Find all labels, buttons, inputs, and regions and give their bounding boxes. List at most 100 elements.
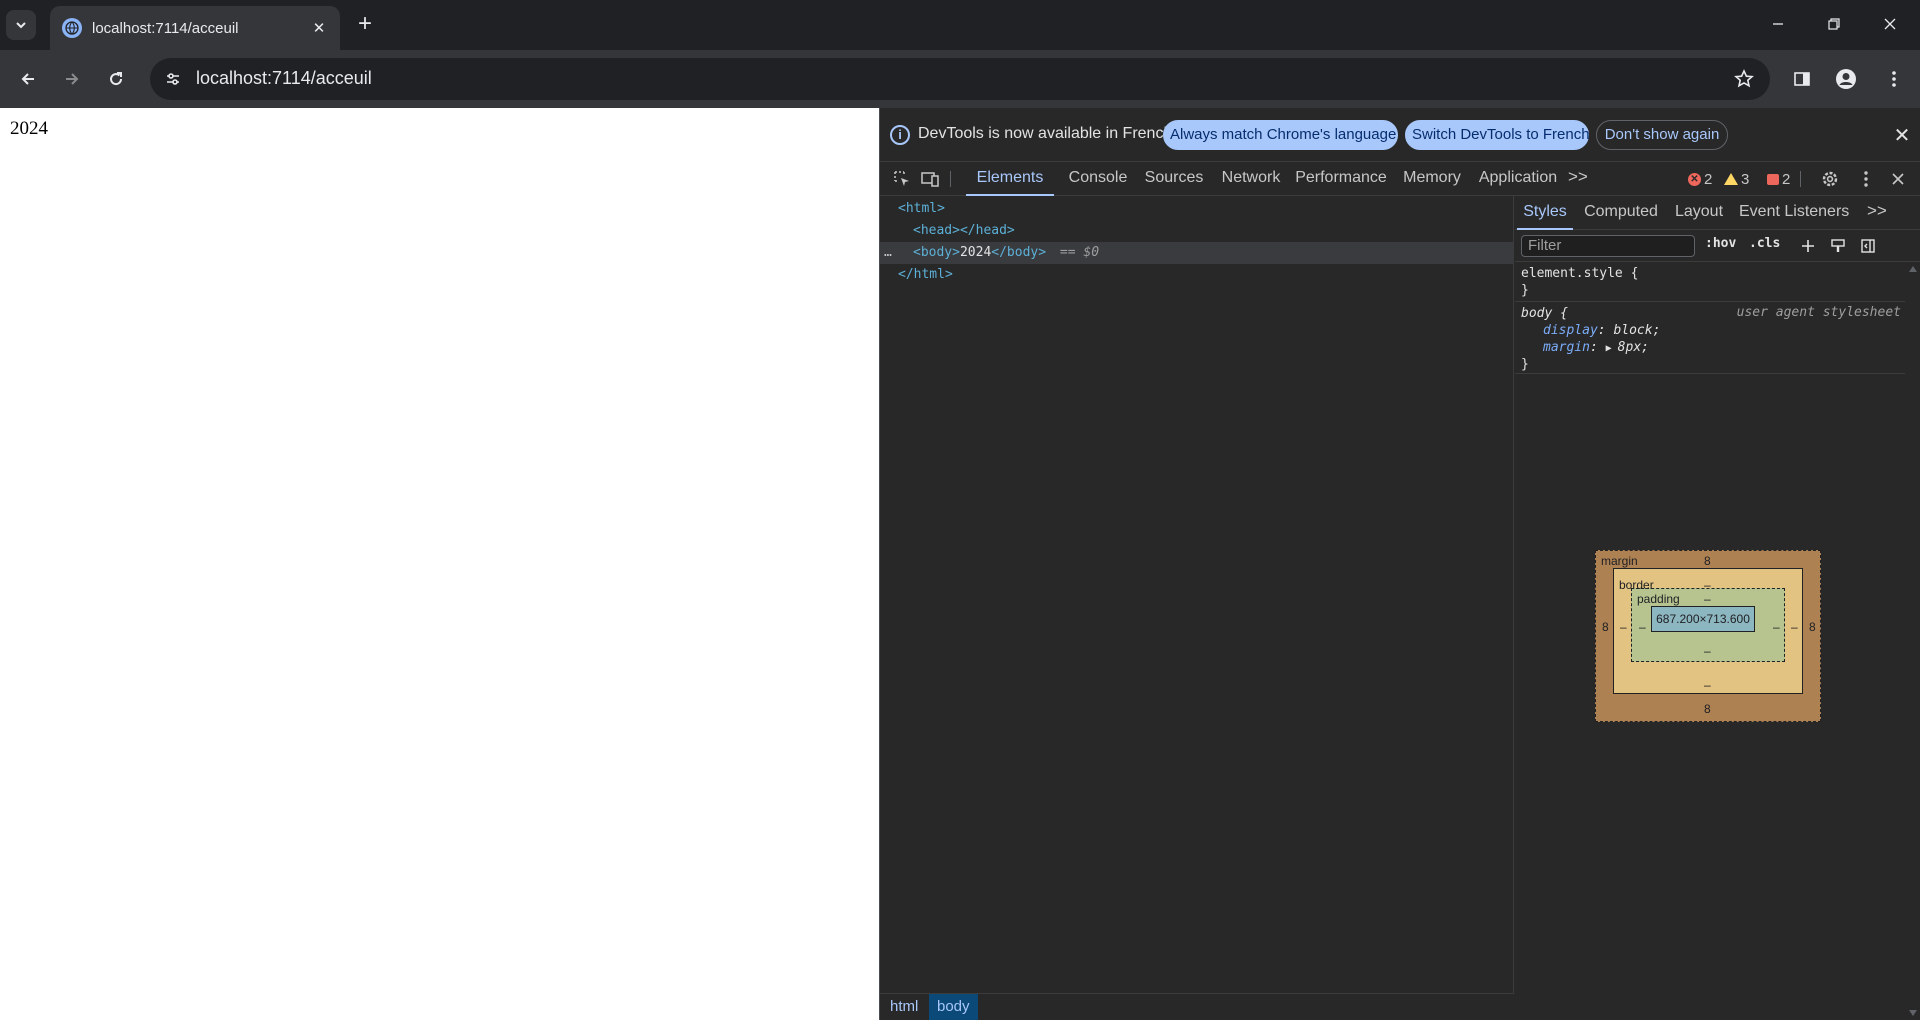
margin-label: margin [1601, 554, 1638, 568]
inspect-element-icon[interactable] [890, 167, 914, 191]
devtools-menu-icon[interactable] [1854, 167, 1878, 191]
close-devtools-icon[interactable] [1886, 167, 1910, 191]
more-style-tabs-button[interactable]: >> [1867, 201, 1887, 221]
switch-to-french-button[interactable]: Switch DevTools to French [1405, 120, 1590, 150]
toggle-sidebar-icon[interactable] [1857, 235, 1879, 257]
side-panel-button[interactable] [1786, 63, 1818, 95]
scroll-up-icon[interactable] [1909, 266, 1917, 272]
expand-triangle-icon[interactable]: ▶ [1606, 343, 1618, 354]
margin-bottom-value[interactable]: 8 [1704, 702, 1711, 716]
restore-icon [1828, 18, 1840, 30]
border-left-value[interactable]: – [1620, 620, 1627, 634]
tab-layout[interactable]: Layout [1671, 196, 1727, 230]
issues-icon [1767, 173, 1779, 185]
browser-menu-button[interactable] [1878, 63, 1910, 95]
bookmark-star-icon[interactable] [1730, 65, 1758, 93]
browser-window: localhost:7114/acceuil ✕ + localhost:711… [0, 0, 1920, 1020]
reload-button[interactable] [100, 63, 132, 95]
hover-state-toggle[interactable]: :hov [1705, 236, 1736, 251]
browser-tab[interactable]: localhost:7114/acceuil ✕ [50, 6, 340, 50]
dom-node-head[interactable]: <head></head> [880, 220, 1514, 242]
error-count: 2 [1704, 170, 1713, 188]
warning-count-badge[interactable]: 3 [1724, 170, 1749, 188]
close-window-button[interactable] [1862, 0, 1918, 48]
warning-count: 3 [1741, 170, 1750, 188]
new-style-rule-icon[interactable] [1797, 235, 1819, 257]
new-tab-button[interactable]: + [350, 12, 380, 38]
tab-styles[interactable]: Styles [1517, 196, 1573, 230]
styles-filter-input[interactable]: Filter [1521, 235, 1695, 257]
tab-computed[interactable]: Computed [1583, 196, 1659, 230]
tab-sources[interactable]: Sources [1142, 162, 1206, 196]
display-declaration[interactable]: display: block; [1543, 322, 1660, 340]
arrow-left-icon [21, 73, 34, 85]
error-count-badge[interactable]: ✕ 2 [1688, 170, 1712, 188]
border-bottom-value[interactable]: – [1704, 678, 1711, 692]
settings-gear-icon[interactable] [1818, 167, 1842, 191]
site-settings-icon[interactable] [158, 64, 188, 94]
node-actions-dots[interactable]: … [884, 242, 892, 264]
dom-node-html-close[interactable]: </html> [880, 264, 1514, 286]
padding-top-value[interactable]: – [1704, 592, 1711, 606]
device-toolbar-icon[interactable] [918, 167, 942, 191]
body-selector[interactable]: body { [1521, 305, 1568, 323]
tab-memory[interactable]: Memory [1400, 162, 1464, 196]
side-panel-icon [1794, 72, 1810, 86]
issues-count-badge[interactable]: 2 [1767, 170, 1790, 188]
always-match-language-button[interactable]: Always match Chrome's language [1163, 120, 1398, 150]
tab-elements[interactable]: Elements [966, 162, 1054, 196]
element-style-close: } [1521, 283, 1529, 298]
forward-button[interactable] [56, 63, 88, 95]
close-infobar-icon[interactable]: ✕ [1889, 122, 1915, 148]
address-bar[interactable]: localhost:7114/acceuil [150, 58, 1770, 100]
globe-icon [62, 18, 82, 38]
url-text[interactable]: localhost:7114/acceuil [196, 68, 372, 89]
class-toggle[interactable]: .cls [1749, 236, 1780, 251]
tab-event-listeners[interactable]: Event Listeners [1739, 196, 1849, 230]
tab-console[interactable]: Console [1065, 162, 1131, 196]
tab-strip: localhost:7114/acceuil ✕ + [0, 0, 1920, 50]
toolbar-divider [1800, 171, 1801, 187]
margin-prop: margin [1543, 340, 1590, 355]
breadcrumb-html[interactable]: html [882, 994, 926, 1020]
tab-application[interactable]: Application [1476, 162, 1560, 196]
dom-node-html[interactable]: <html> [880, 198, 1514, 220]
styles-scrollbar[interactable] [1905, 262, 1920, 1020]
profile-button[interactable] [1830, 63, 1862, 95]
restore-button[interactable] [1806, 0, 1862, 48]
tab-network[interactable]: Network [1220, 162, 1282, 196]
border-right-value[interactable]: – [1791, 620, 1798, 634]
tab-performance[interactable]: Performance [1295, 162, 1387, 196]
close-tab-icon[interactable]: ✕ [308, 17, 330, 39]
styles-pane: Styles Computed Layout Event Listeners >… [1515, 196, 1920, 1020]
dom-node-body[interactable]: … <body>2024</body> == $0 [880, 242, 1514, 264]
breadcrumb-body[interactable]: body [929, 994, 978, 1020]
minimize-button[interactable] [1750, 0, 1806, 48]
margin-declaration[interactable]: margin: ▶ 8px; [1543, 339, 1649, 357]
display-value: block; [1613, 323, 1661, 338]
margin-left-value[interactable]: 8 [1602, 620, 1609, 634]
margin-top-value[interactable]: 8 [1704, 554, 1711, 568]
element-style-selector[interactable]: element.style { [1521, 265, 1638, 283]
more-tabs-button[interactable]: >> [1568, 167, 1588, 187]
body-rule-close: } [1521, 357, 1529, 372]
paint-brush-icon[interactable] [1827, 235, 1849, 257]
margin-right-value[interactable]: 8 [1809, 620, 1816, 634]
tab-search-button[interactable] [6, 10, 36, 40]
border-top-value[interactable]: – [1704, 578, 1711, 592]
infobar-message: DevTools is now available in French! [918, 125, 1177, 142]
page-body-text: 2024 [10, 118, 48, 139]
back-button[interactable] [12, 63, 44, 95]
warning-icon [1724, 173, 1738, 185]
padding-left-value[interactable]: – [1639, 620, 1646, 634]
more-vert-icon [1892, 71, 1896, 87]
html-open-tag: <html> [898, 201, 945, 216]
selected-node-ref: == $0 [1059, 245, 1100, 260]
scroll-down-icon[interactable] [1909, 1010, 1917, 1016]
padding-bottom-value[interactable]: – [1704, 644, 1711, 658]
error-icon: ✕ [1688, 172, 1701, 186]
dont-show-again-button[interactable]: Don't show again [1596, 120, 1728, 150]
minimize-icon [1773, 23, 1783, 25]
padding-right-value[interactable]: – [1773, 620, 1780, 634]
box-model-content[interactable]: 687.200×713.600 [1651, 606, 1755, 632]
